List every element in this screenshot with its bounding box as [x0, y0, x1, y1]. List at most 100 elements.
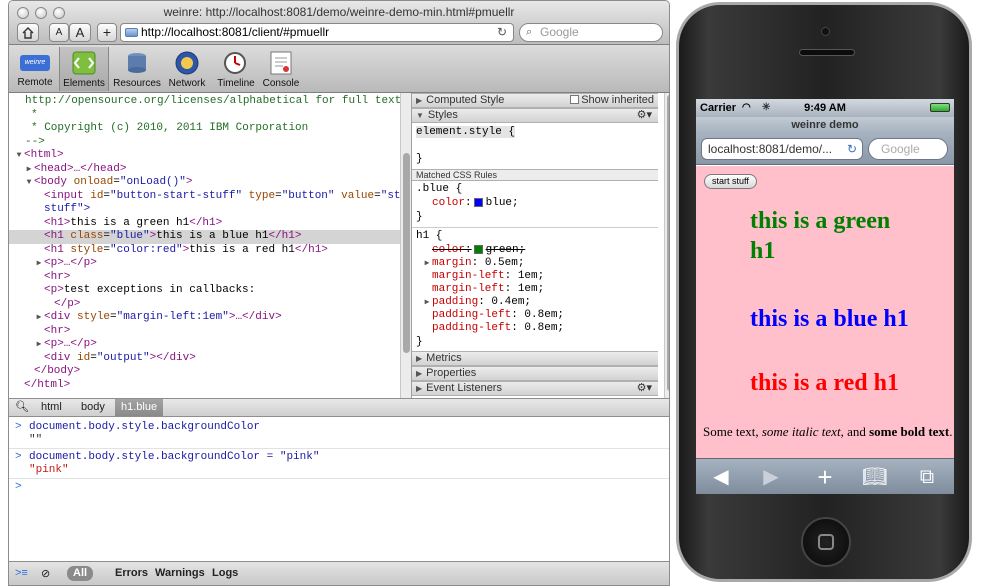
tree-node-body[interactable]: ▼ <body onload="onLoad()"> [24, 176, 400, 190]
h1-rule-property[interactable]: color: green; [432, 244, 669, 257]
tree-node-div[interactable]: ▶ <div style="margin-left:1em">…</div> [34, 311, 400, 325]
console-panel[interactable]: > document.body.style.backgroundColor "" … [9, 417, 669, 561]
filter-errors[interactable]: Errors [115, 567, 148, 579]
filter-logs[interactable]: Logs [212, 567, 238, 579]
disclosure-open-icon[interactable]: ▼ [14, 149, 24, 163]
filter-warnings[interactable]: Warnings [155, 567, 205, 579]
rule-close: } [416, 336, 423, 348]
address-bar[interactable]: http://localhost:8081/client/#pmuellr ↻ [120, 23, 514, 42]
disclosure-closed-icon[interactable]: ▶ [34, 257, 44, 271]
search-field[interactable]: ⌕ Google [519, 23, 663, 42]
blue-rule-selector[interactable]: .blue { [416, 183, 662, 196]
bookmarks-icon[interactable]: 📖︎ [860, 465, 890, 489]
console-toggle-icon[interactable]: >≡ [15, 567, 28, 579]
tree-node-h1-blue[interactable]: <h1 class="blue">this is a blue h1</h1> [9, 230, 400, 244]
battery-icon [930, 103, 950, 112]
sidebar-scrollbar[interactable] [664, 93, 669, 398]
window-title: weinre: http://localhost:8081/demo/weinr… [163, 5, 515, 19]
tree-node-head[interactable]: ▶ <head>…</head> [24, 163, 400, 177]
tree-node-p[interactable]: <p>test exceptions in callbacks: [44, 284, 400, 298]
show-inherited-toggle[interactable]: Show inherited [570, 94, 654, 107]
styles-header[interactable]: ▼ Styles ⚙▾ [412, 108, 658, 123]
tree-node-h1-green[interactable]: <h1>this is a green h1</h1> [44, 217, 400, 231]
disclosure-closed-icon[interactable]: ▶ [422, 296, 432, 309]
blue-rule-property[interactable]: color: blue; [432, 197, 669, 210]
home-button[interactable] [801, 517, 851, 567]
tree-node-p[interactable]: ▶ <p>…</p> [34, 338, 400, 352]
properties-header[interactable]: ▶ Properties [412, 366, 658, 381]
tree-node-input[interactable]: <input id="button-start-stuff" type="but… [44, 190, 400, 204]
safari-window: weinre: http://localhost:8081/demo/weinr… [8, 0, 670, 586]
h1-rule-selector[interactable]: h1 { [416, 230, 662, 243]
console-prompt[interactable]: > [15, 481, 29, 494]
dom-tree[interactable]: http://opensource.org/licenses/alphabeti… [9, 93, 400, 398]
tab-label: Resources [113, 78, 161, 89]
tree-node-p[interactable]: ▶ <p>…</p> [34, 257, 400, 271]
tab-resources[interactable]: Resources [113, 47, 161, 91]
disclosure-closed-icon: ▶ [416, 354, 423, 363]
add-bookmark-button[interactable]: + [97, 23, 117, 42]
h1-rule-property[interactable]: ▶ margin: 0.5em; [422, 257, 668, 270]
reload-icon[interactable]: ↻ [847, 139, 857, 159]
ios-address-bar[interactable]: localhost:8081/demo/... ↻ [701, 138, 863, 160]
tree-node-h1-red[interactable]: <h1 style="color:red">this is a red h1</… [44, 244, 400, 258]
disclosure-closed-icon[interactable]: ▶ [34, 338, 44, 352]
color-swatch[interactable] [473, 244, 483, 254]
home-button[interactable] [17, 23, 39, 42]
breadcrumb: 🔍︎ html body h1.blue [9, 398, 669, 417]
color-swatch[interactable] [473, 197, 483, 207]
console-input-line: > document.body.style.backgroundColor [15, 421, 261, 433]
event-listeners-header[interactable]: ▶ Event Listeners ⚙▾ [412, 381, 658, 396]
clear-console-icon[interactable]: ⊘ [41, 567, 50, 580]
search-icon[interactable]: 🔍︎ [15, 399, 29, 416]
gear-icon[interactable]: ⚙▾ [637, 382, 652, 395]
heading-green: this is a green h1 [750, 208, 891, 264]
metrics-header[interactable]: ▶ Metrics [412, 351, 658, 366]
checkbox[interactable] [570, 95, 580, 104]
back-icon[interactable]: ◀ [706, 465, 736, 489]
tab-console[interactable]: Console [261, 47, 301, 91]
h1-rule-property[interactable]: margin-left: 1em; [432, 283, 669, 296]
tree-line: stuff"> [44, 203, 91, 215]
start-stuff-button[interactable]: start stuff [704, 174, 757, 189]
breadcrumb-html[interactable]: html [35, 399, 68, 416]
ios-search-field[interactable]: Google [868, 138, 948, 160]
disclosure-closed-icon[interactable]: ▶ [422, 257, 432, 270]
tree-node-hr[interactable]: <hr> [44, 271, 400, 285]
scroll-thumb[interactable] [403, 153, 410, 353]
dom-tree-scrollbar[interactable] [400, 93, 411, 398]
h1-rule-property[interactable]: padding-left: 0.8em; [432, 309, 669, 322]
matched-rules-header: Matched CSS Rules [412, 169, 658, 181]
disclosure-closed-icon[interactable]: ▶ [24, 163, 34, 177]
pages-icon[interactable]: ⧉ [912, 465, 942, 489]
breadcrumb-h1-blue[interactable]: h1.blue [115, 399, 164, 416]
tab-label: Timeline [217, 78, 255, 89]
body-paragraph: Some text, some italic text, and some bo… [703, 424, 953, 439]
tab-remote[interactable]: weinre Remote [15, 47, 55, 91]
tab-elements[interactable]: Elements [59, 47, 109, 91]
tree-node-hr[interactable]: <hr> [44, 325, 400, 339]
tree-node-div-output[interactable]: <div id="output"></div> [44, 352, 400, 366]
scroll-thumb[interactable] [667, 95, 669, 391]
computed-style-header[interactable]: ▶ Computed Style Show inherited [412, 93, 658, 108]
reload-icon[interactable]: ↻ [497, 24, 507, 41]
breadcrumb-body[interactable]: body [75, 399, 111, 416]
console-input-line: > document.body.style.backgroundColor = "… [15, 451, 320, 463]
h1-rule-property[interactable]: padding-left: 0.8em; [432, 322, 669, 335]
disclosure-closed-icon[interactable]: ▶ [34, 311, 44, 325]
gear-icon[interactable]: ⚙▾ [637, 109, 652, 122]
add-icon[interactable]: + [810, 464, 840, 490]
tree-node-html[interactable]: ▼ <html> [14, 149, 400, 163]
h1-rule-property[interactable]: margin-left: 1em; [432, 270, 669, 283]
disclosure-open-icon[interactable]: ▼ [24, 176, 34, 190]
element-style-rule[interactable]: element.style { [416, 126, 662, 139]
h1-rule-property[interactable]: ▶ padding: 0.4em; [422, 296, 668, 309]
search-placeholder: Google [540, 25, 579, 39]
filter-all[interactable]: All [67, 566, 94, 581]
text-larger-button[interactable]: A [69, 23, 91, 42]
forward-icon[interactable]: ▶ [756, 465, 786, 489]
ios-toolbar: ◀ ▶ + 📖︎ ⧉ [696, 458, 954, 494]
text-smaller-button[interactable]: A [49, 23, 69, 42]
tab-timeline[interactable]: Timeline [213, 47, 259, 91]
tab-network[interactable]: Network [165, 47, 209, 91]
